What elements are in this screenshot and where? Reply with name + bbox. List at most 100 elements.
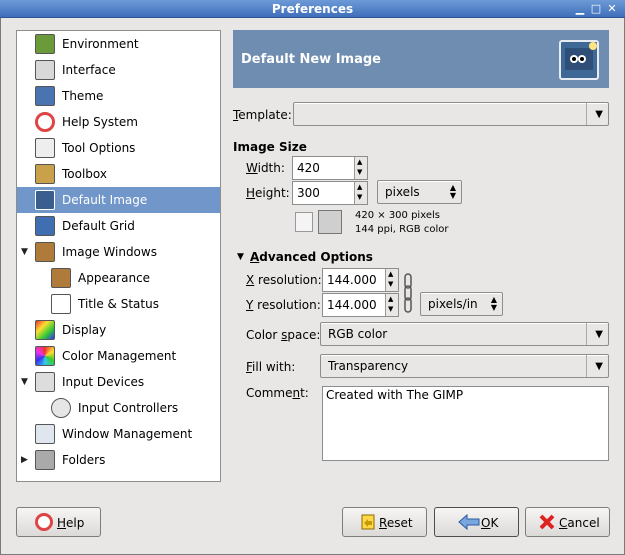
tree-item-label: Image Windows — [62, 245, 157, 259]
tree-item-input-devices[interactable]: ▼ Input Devices — [17, 369, 220, 395]
chevron-down-icon: ▼ — [595, 109, 603, 120]
image-size-heading: Image Size — [233, 140, 307, 154]
minimize-icon[interactable]: ▁ — [573, 2, 587, 16]
tree-item-toolbox[interactable]: Toolbox — [17, 161, 220, 187]
x-resolution-label: X resolution: — [246, 273, 322, 287]
tree-item-default-image[interactable]: Default Image — [17, 187, 220, 213]
image-info-resolution: 144 ppi, RGB color — [355, 224, 449, 235]
updown-arrows-icon: ▲ ▼ — [490, 295, 497, 312]
tree-item-image-windows[interactable]: ▼ Image Windows — [17, 239, 220, 265]
tree-item-display[interactable]: Display — [17, 317, 220, 343]
tree-item-window-management[interactable]: Window Management — [17, 421, 220, 447]
height-input[interactable]: 300 ▲ ▼ — [292, 181, 368, 205]
tree-item-input-controllers[interactable]: Input Controllers — [17, 395, 220, 421]
x-resolution-input[interactable]: 144.000 ▲ ▼ — [322, 268, 399, 292]
tree-item-color-management[interactable]: Color Management — [17, 343, 220, 369]
color-space-combo[interactable]: RGB color ▼ — [320, 322, 609, 346]
reset-icon — [359, 513, 377, 531]
updown-arrows-icon: ▲ ▼ — [449, 183, 456, 200]
maximize-icon[interactable]: □ — [589, 2, 603, 16]
cancel-button[interactable]: Cancel — [525, 507, 610, 537]
tree-item-label: Help System — [62, 115, 138, 129]
width-value: 420 — [297, 161, 320, 175]
portrait-icon[interactable] — [295, 212, 313, 232]
wilber-image-icon — [559, 40, 599, 80]
width-stepper[interactable]: ▲ ▼ — [354, 157, 367, 179]
comment-value: Created with The GIMP — [326, 388, 464, 402]
color-space-label: Color space: — [246, 328, 321, 342]
height-value: 300 — [297, 186, 320, 200]
lifebuoy-icon — [35, 513, 53, 531]
resolution-unit-combo[interactable]: pixels/in ▲ ▼ — [420, 292, 503, 316]
tree-item-folders[interactable]: ▶ Folders — [17, 447, 220, 473]
tree-item-appearance[interactable]: Appearance — [17, 265, 220, 291]
theme-icon — [35, 86, 55, 106]
expander-down-icon[interactable]: ▼ — [237, 252, 244, 262]
x-resolution-stepper[interactable]: ▲ ▼ — [385, 269, 398, 291]
tree-item-interface[interactable]: Interface — [17, 57, 220, 83]
expander-down-icon[interactable]: ▼ — [21, 247, 28, 257]
color-space-value: RGB color — [328, 327, 388, 341]
window-title: Preferences — [271, 2, 354, 16]
default-image-icon — [35, 190, 55, 210]
folders-icon — [35, 450, 55, 470]
display-icon — [35, 320, 55, 340]
tree-item-label: Input Devices — [62, 375, 145, 389]
tree-item-label: Window Management — [62, 427, 193, 441]
size-unit-combo[interactable]: pixels ▲ ▼ — [377, 180, 462, 204]
expander-right-icon[interactable]: ▶ — [21, 455, 28, 465]
preferences-tree[interactable]: Environment Interface Theme Help System … — [16, 30, 221, 482]
chain-link-icon[interactable] — [403, 272, 413, 316]
advanced-options-expander[interactable]: Advanced Options — [250, 250, 373, 264]
close-icon[interactable]: ✕ — [605, 2, 619, 16]
window-management-icon — [35, 424, 55, 444]
resolution-unit-value: pixels/in — [428, 297, 478, 311]
tree-item-label: Input Controllers — [78, 401, 179, 415]
tree-item-label: Toolbox — [62, 167, 107, 181]
fill-with-value: Transparency — [328, 359, 409, 373]
help-button[interactable]: Help — [16, 507, 101, 537]
page-title: Default New Image — [241, 52, 381, 67]
width-input[interactable]: 420 ▲ ▼ — [292, 156, 368, 180]
chevron-down-icon: ▼ — [595, 329, 603, 340]
tree-item-title-status[interactable]: Title & Status — [17, 291, 220, 317]
tree-item-theme[interactable]: Theme — [17, 83, 220, 109]
ok-button[interactable]: OK — [434, 507, 519, 537]
appearance-icon — [51, 268, 71, 288]
x-resolution-value: 144.000 — [327, 273, 377, 287]
tree-item-help-system[interactable]: Help System — [17, 109, 220, 135]
combo-arrow-box: ▼ — [586, 355, 608, 377]
grid-icon — [35, 216, 55, 236]
cancel-x-icon — [538, 513, 556, 531]
tree-item-environment[interactable]: Environment — [17, 31, 220, 57]
reset-button[interactable]: Reset — [342, 507, 427, 537]
tree-item-default-grid[interactable]: Default Grid — [17, 213, 220, 239]
help-button-label: Help — [57, 516, 85, 530]
reset-button-label: Reset — [379, 516, 413, 530]
expander-down-icon[interactable]: ▼ — [21, 377, 28, 387]
y-resolution-stepper[interactable]: ▲ ▼ — [385, 294, 398, 316]
landscape-icon[interactable] — [318, 210, 342, 234]
height-stepper[interactable]: ▲ ▼ — [354, 182, 367, 204]
comment-textarea[interactable]: Created with The GIMP — [322, 386, 609, 461]
image-windows-icon — [35, 242, 55, 262]
tool-options-icon — [35, 138, 55, 158]
input-devices-icon — [35, 372, 55, 392]
interface-icon — [35, 60, 55, 80]
chevron-down-icon: ▼ — [595, 361, 603, 372]
combo-arrow-box: ▼ — [586, 323, 608, 345]
title-bar: Preferences ▁ □ ✕ — [0, 0, 625, 18]
tree-item-tool-options[interactable]: Tool Options — [17, 135, 220, 161]
fill-with-label: Fill with: — [246, 360, 296, 374]
tree-item-label: Appearance — [78, 271, 151, 285]
tree-item-label: Color Management — [62, 349, 177, 363]
template-label: Template: — [233, 108, 292, 122]
combo-arrow-box: ▼ — [586, 103, 608, 125]
fill-with-combo[interactable]: Transparency ▼ — [320, 354, 609, 378]
size-unit-value: pixels — [385, 185, 420, 199]
template-combo[interactable]: ▼ — [293, 102, 609, 126]
width-label: Width: — [246, 161, 285, 175]
color-management-icon — [35, 346, 55, 366]
y-resolution-input[interactable]: 144.000 ▲ ▼ — [322, 293, 399, 317]
y-resolution-value: 144.000 — [327, 298, 377, 312]
